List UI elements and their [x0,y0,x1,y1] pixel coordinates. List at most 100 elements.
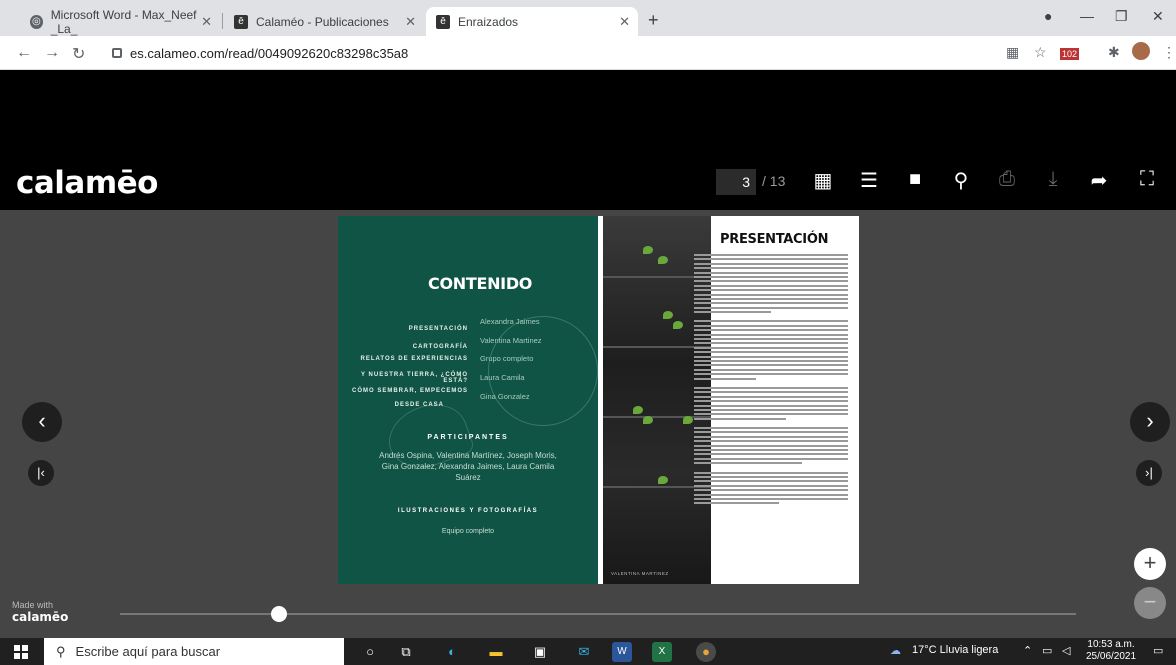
extensions-puzzle-icon[interactable]: ✱ [1108,44,1120,61]
toc-item: Y NUESTRA TIERRA, ¿CÓMO ESTÁ? [360,372,468,384]
word-icon[interactable]: W [612,642,632,662]
presentation-title: PRESENTACIÓN [720,232,829,247]
photo-caption: VALENTINA MARTINEZ [611,571,669,576]
translate-icon[interactable]: ▦ [1006,44,1019,61]
book-page-right: VALENTINA MARTINEZ PRESENTACIÓN [598,216,859,584]
made-with-calameo[interactable]: Made with calamēo [12,600,68,624]
page-slider-handle[interactable] [271,606,287,622]
notifications-icon[interactable]: ▭ [1153,644,1163,657]
library-icon[interactable]: ■ [902,168,928,194]
book-page-left: CONTENIDO PRESENTACIÓN CARTOGRAFÍA RELAT… [338,216,598,584]
print-icon[interactable]: ⎙ [994,168,1020,194]
first-page-button[interactable]: |‹ [28,460,54,486]
avatar[interactable] [1132,42,1150,60]
grid-view-icon[interactable]: ▦ [810,168,836,194]
chrome-taskbar-icon[interactable]: ● [696,642,716,662]
browser-tab-bar: ◎ Microsoft Word - Max_Neef _La_ ✕ ē Cal… [0,0,1176,36]
edge-icon[interactable]: ◐ [442,642,462,662]
last-page-button[interactable]: ›| [1136,460,1162,486]
share-icon[interactable]: ➦ [1086,168,1112,194]
battery-icon[interactable]: ▭ [1042,644,1052,657]
toc-item: PRESENTACIÓN [408,326,468,332]
tab-word-doc[interactable]: ◎ Microsoft Word - Max_Neef _La_ ✕ [20,7,220,36]
list-view-icon[interactable]: ☰ [856,168,882,194]
profile-dot-icon[interactable]: ● [1044,8,1052,24]
volume-icon[interactable]: ◁ [1062,644,1070,657]
restore-button[interactable]: ❐ [1115,8,1128,25]
page-slider-track[interactable] [120,613,1076,615]
excel-icon[interactable]: X [652,642,672,662]
calameo-icon: ē [234,14,248,29]
participants-title: PARTICIPANTES [427,434,509,441]
previous-page-button[interactable]: ‹ [22,402,62,442]
extension-badge[interactable]: 102 [1060,48,1080,60]
close-tab-icon[interactable]: ✕ [201,14,212,30]
toc-item: RELATOS DE EXPERIENCIAS [360,356,468,362]
made-with-brand: calamēo [12,610,69,624]
clock-date: 25/06/2021 [1086,651,1137,662]
taskbar-search-input[interactable]: ⚲ Escribe aquí para buscar [44,638,344,665]
tab-enraizados[interactable]: ē Enraizados ✕ [426,7,638,36]
new-tab-button[interactable]: + [648,10,659,31]
toc-item: CARTOGRAFÍA [412,344,468,350]
windows-start-icon[interactable] [14,645,28,659]
made-with-label: Made with [12,600,54,610]
tab-title: Microsoft Word - Max_Neef _La_ [50,7,197,36]
calameo-logo[interactable]: calamēo [16,165,158,201]
toc-author: Gina Gonzalez [480,392,530,401]
clock[interactable]: 10:53 a.m. 25/06/2021 [1086,639,1136,663]
close-tab-icon[interactable]: ✕ [619,14,630,30]
task-view-icon[interactable]: ⧉ [396,642,416,662]
forward-icon[interactable]: → [44,44,60,62]
tomato-illustration [488,316,598,426]
mail-icon[interactable]: ✉ [574,642,594,662]
bookmark-star-icon[interactable]: ☆ [1034,44,1047,61]
cortana-icon[interactable]: ○ [360,642,380,662]
close-window-button[interactable]: ✕ [1152,8,1164,25]
search-icon: ⚲ [56,643,66,659]
download-icon[interactable]: ⤓ [1040,168,1066,194]
store-icon[interactable]: ▣ [530,642,550,662]
back-icon[interactable]: ← [16,44,32,62]
windows-taskbar: ⚲ Escribe aquí para buscar ○ ⧉ ◐ ▬ ▣ ✉ W… [0,638,1176,665]
url-text: es.calameo.com/read/0049092620c83298c35a… [130,45,409,61]
lock-icon [112,48,122,58]
viewer-toolbar: calamēo 3 / 13 ▦ ☰ ■ ⚲ ⎙ ⤓ ➦ ⛶ [0,70,1176,210]
illustrations-title: ILUSTRACIONES Y FOTOGRAFÍAS [397,508,539,514]
toc-item: DESDE CASA [394,402,444,408]
menu-kebab-icon[interactable]: ⋮ [1162,44,1176,61]
fullscreen-icon[interactable]: ⛶ [1134,168,1160,194]
next-page-button[interactable]: › [1130,402,1170,442]
close-tab-icon[interactable]: ✕ [405,14,416,30]
toc-author: Laura Camila [480,373,525,382]
tab-separator [222,13,223,29]
address-bar: ← → ↻ es.calameo.com/read/0049092620c832… [0,36,1176,70]
toc-author: Grupo completo [480,354,534,363]
illustrations-credit: Equipo completo [441,528,495,535]
tab-calameo-publicaciones[interactable]: ē Calaméo - Publicaciones ✕ [224,7,424,36]
zoom-in-button[interactable]: + [1134,548,1166,580]
toc-author: Valentina Martinez [480,336,542,345]
chrome-icon: ◎ [30,14,43,29]
toc-author: Alexandra Jaimes [480,317,540,326]
tray-chevron-icon[interactable]: ⌃ [1023,644,1032,657]
tab-title: Calaméo - Publicaciones [256,14,389,29]
presentation-body-text [694,254,848,507]
calameo-icon: ē [436,14,450,29]
participants-list: Andrés Ospina, Valentina Martínez, Josep… [379,451,557,482]
reload-icon[interactable]: ↻ [72,44,85,64]
url-field[interactable]: es.calameo.com/read/0049092620c83298c35a… [100,40,1000,66]
weather-text[interactable]: 17°C Lluvia ligera [912,644,998,656]
tab-title: Enraizados [458,14,519,29]
page-number-input[interactable]: 3 [716,169,756,195]
file-explorer-icon[interactable]: ▬ [486,642,506,662]
weather-icon: ☁ [890,645,901,657]
zoom-out-button[interactable]: − [1134,587,1166,619]
clock-time: 10:53 a.m. [1087,639,1135,650]
minimize-button[interactable]: — [1080,8,1094,24]
page-total: / 13 [762,173,786,189]
toc-item: CÓMO SEMBRAR, EMPECEMOS [351,388,468,394]
contents-title: CONTENIDO [428,274,533,293]
search-icon[interactable]: ⚲ [948,168,974,194]
search-placeholder: Escribe aquí para buscar [75,644,221,659]
